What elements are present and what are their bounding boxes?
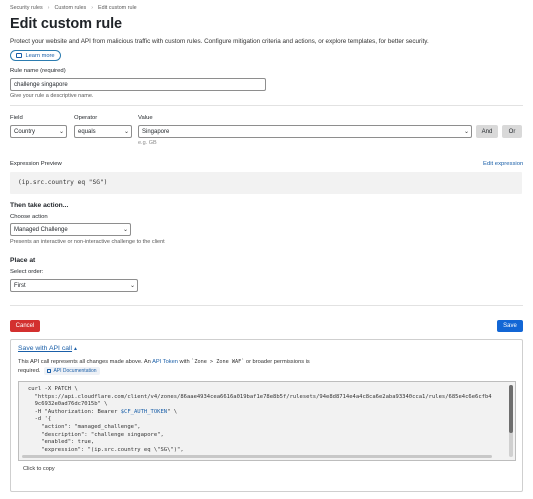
code-line: -H "Authorization: Bearer $CF_AUTH_TOKEN…: [28, 409, 506, 417]
breadcrumb-current: Edit custom rule: [98, 5, 137, 11]
code-fragment: " \: [167, 408, 178, 415]
select-order-label: Select order:: [10, 269, 44, 275]
breadcrumb-custom-rules[interactable]: Custom rules: [54, 5, 86, 11]
value-hint: e.g. GB: [138, 140, 157, 146]
code-line: 9c6932e0ad76dc7015b" \: [28, 401, 108, 408]
code-line: curl -X PATCH \: [28, 386, 78, 392]
breadcrumb-separator: ›: [47, 5, 50, 11]
chevron-down-icon: ⌄: [123, 129, 130, 135]
api-call-panel: Save with API call▲ This API call repres…: [10, 339, 523, 492]
cancel-button-label: Cancel: [15, 323, 35, 329]
choose-action-label: Choose action: [10, 214, 48, 220]
place-at-heading: Place at: [10, 257, 36, 264]
code-line: "https://api.cloudflare.com/client/v4/zo…: [28, 393, 492, 400]
chevron-down-icon: ⌄: [122, 227, 129, 233]
page-description: Protect your website and API from malici…: [10, 38, 429, 45]
cancel-button[interactable]: Cancel: [10, 320, 40, 332]
or-button-label: Or: [508, 128, 516, 135]
page-title: Edit custom rule: [10, 16, 122, 32]
book-icon: [16, 53, 23, 58]
breadcrumb-security-rules[interactable]: Security rules: [10, 5, 43, 11]
expression-preview-label: Expression Preview: [10, 161, 62, 167]
chevron-down-icon: ⌄: [129, 283, 136, 289]
field-select-value: Country: [14, 128, 36, 135]
api-required: required.: [18, 368, 41, 374]
click-to-copy[interactable]: Click to copy: [23, 466, 55, 472]
rule-name-help: Give your rule a descriptive name.: [10, 93, 94, 99]
value-select-value: Singapore: [142, 128, 170, 135]
breadcrumb: Security rules › Custom rules › Edit cus…: [10, 5, 137, 11]
code-variable: $CF_AUTH_TOKEN: [120, 408, 168, 415]
value-label: Value: [138, 115, 153, 121]
api-code-block[interactable]: curl -X PATCH \ "https://api.cloudflare.…: [18, 381, 516, 461]
operator-select[interactable]: equals ⌄: [74, 125, 132, 138]
save-button-label: Save: [503, 323, 517, 329]
value-select[interactable]: Singapore ⌄: [138, 125, 472, 138]
horizontal-scrollbar[interactable]: [22, 455, 492, 458]
api-toggle-label: Save with API call: [18, 345, 73, 352]
rule-name-input[interactable]: challenge singapore: [10, 78, 266, 91]
code-line: "action": "managed_challenge",: [28, 423, 141, 430]
save-with-api-call-toggle[interactable]: Save with API call▲: [18, 345, 78, 352]
api-description-line2: required. API Documentation: [18, 367, 100, 375]
save-button[interactable]: Save: [497, 320, 523, 332]
breadcrumb-separator: ›: [91, 5, 94, 11]
code-line: "enabled": true,: [28, 439, 95, 446]
api-permission: `Zone > Zone WAF`: [191, 359, 245, 365]
api-desc-suffix: or broader permissions is: [245, 359, 310, 365]
api-token-link[interactable]: API Token: [152, 359, 178, 365]
api-description: This API call represents all changes mad…: [18, 359, 310, 365]
api-documentation-link[interactable]: API Documentation: [44, 367, 100, 375]
action-select-value: Managed Challenge: [14, 226, 68, 233]
operator-label: Operator: [74, 115, 98, 121]
caret-up-icon: ▲: [73, 346, 78, 352]
action-heading: Then take action...: [10, 202, 69, 209]
field-select[interactable]: Country ⌄: [10, 125, 67, 138]
expression-text: (ip.src.country eq "SG"): [18, 179, 108, 186]
rule-name-value: challenge singapore: [14, 81, 68, 88]
order-select-value: First: [14, 282, 26, 289]
chevron-down-icon: ⌄: [58, 129, 65, 135]
code-line: -d '{: [28, 416, 52, 423]
api-desc-prefix: This API call represents all changes mad…: [18, 359, 151, 365]
operator-select-value: equals: [78, 128, 96, 135]
api-doc-label: API Documentation: [53, 368, 97, 374]
learn-more-label: Learn more: [25, 52, 55, 59]
code-line: "expression": "(ip.src.country eq \"SG\"…: [28, 446, 184, 453]
expression-preview-box: (ip.src.country eq "SG"): [10, 172, 522, 194]
divider: [10, 305, 523, 306]
and-button[interactable]: And: [476, 125, 498, 138]
action-help: Presents an interactive or non-interacti…: [10, 239, 165, 245]
action-select[interactable]: Managed Challenge ⌄: [10, 223, 131, 236]
code-fragment: -H "Authorization: Bearer: [28, 408, 121, 415]
chevron-down-icon: ⌄: [463, 129, 470, 135]
learn-more-button[interactable]: Learn more: [10, 50, 61, 61]
or-button[interactable]: Or: [502, 125, 522, 138]
api-desc-with: with: [179, 359, 190, 365]
order-select[interactable]: First ⌄: [10, 279, 138, 292]
rule-name-label: Rule name (required): [10, 68, 66, 74]
edit-expression-link[interactable]: Edit expression: [483, 161, 523, 167]
code-line: "description": "challenge singapore",: [28, 431, 164, 438]
divider: [10, 105, 523, 106]
vertical-scrollbar-thumb[interactable]: [509, 385, 513, 433]
field-label: Field: [10, 115, 23, 121]
and-button-label: And: [481, 128, 493, 135]
document-icon: [47, 369, 52, 373]
